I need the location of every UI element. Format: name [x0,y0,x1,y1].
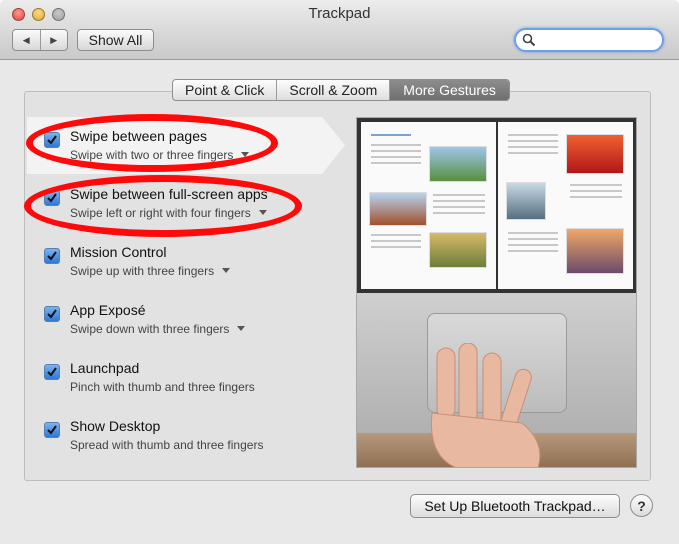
tab-scroll-zoom[interactable]: Scroll & Zoom [276,80,389,100]
gesture-preview-video [356,117,637,468]
checkmark-icon [47,367,57,377]
chevron-down-icon [222,268,231,273]
title-bar: Trackpad ◀ ▶ Show All [0,0,679,60]
gesture-options-popup[interactable]: Swipe up with three fingers [70,264,231,278]
gesture-options-popup[interactable]: Swipe down with three fingers [70,322,246,336]
book-page-left [361,122,496,289]
tab-point-click[interactable]: Point & Click [173,80,276,100]
help-button[interactable]: ? [630,494,653,517]
show-desktop-checkbox[interactable] [44,422,60,438]
show-all-button[interactable]: Show All [77,29,154,51]
launchpad-checkbox[interactable] [44,364,60,380]
back-forward-control: ◀ ▶ [12,29,68,51]
window-title: Trackpad [308,5,371,22]
magnifier-icon [522,33,536,47]
hand-icon [430,343,541,467]
trackpad-photo [357,293,636,467]
gesture-description: Pinch with thumb and three fingers [70,380,255,394]
gesture-label: Mission Control [70,244,167,260]
ebook-preview-image [357,118,636,293]
gesture-label: App Exposé [70,302,146,318]
tab-bar: Point & Click Scroll & Zoom More Gesture… [172,79,510,101]
search-field[interactable] [514,28,664,52]
annotation-circle [24,175,302,237]
setup-bluetooth-trackpad-button[interactable]: Set Up Bluetooth Trackpad… [410,494,620,518]
chevron-down-icon [237,326,246,331]
gesture-label: Show Desktop [70,418,161,434]
trackpad-window: Trackpad ◀ ▶ Show All Point & Click Scro… [0,0,679,544]
gesture-description: Spread with thumb and three fingers [70,438,264,452]
annotation-circle [26,114,278,172]
tab-more-gestures[interactable]: More Gestures [389,80,509,100]
gesture-label: Launchpad [70,360,140,376]
checkmark-icon [47,251,57,261]
book-page-right [498,122,633,289]
checkmark-icon [47,425,57,435]
checkmark-icon [47,309,57,319]
app-expose-checkbox[interactable] [44,306,60,322]
forward-button[interactable]: ▶ [39,30,68,50]
back-button[interactable]: ◀ [13,30,40,50]
mission-control-checkbox[interactable] [44,248,60,264]
